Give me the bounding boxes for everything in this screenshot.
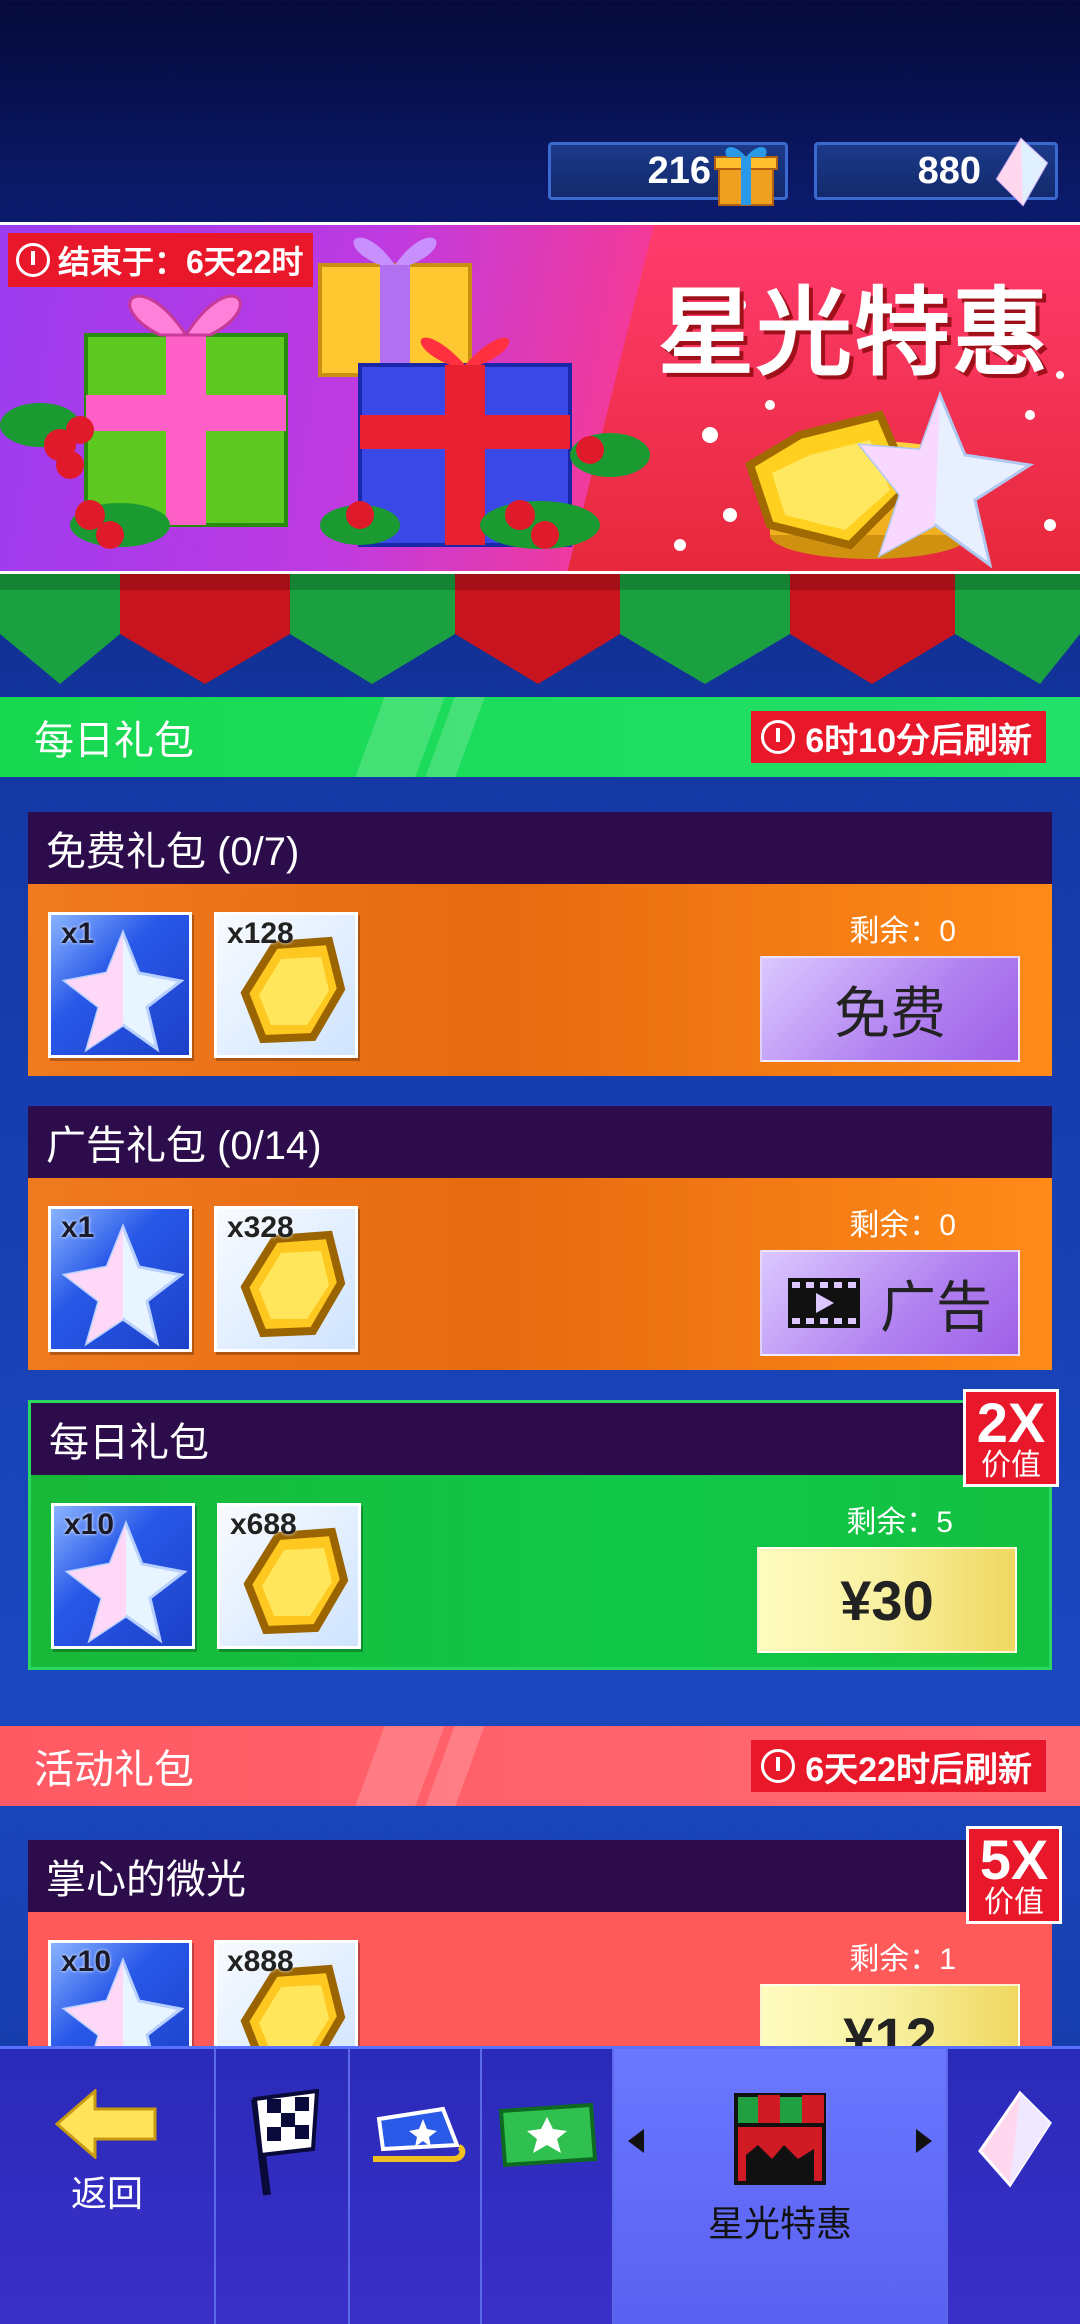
back-arrow-icon: [55, 2089, 157, 2159]
free-pack-title: 免费礼包 (0/7): [28, 812, 1052, 884]
coin-qty: x688: [230, 1508, 297, 1541]
nav-tab-sled[interactable]: [350, 2049, 482, 2324]
star-qty: x1: [61, 917, 95, 950]
remaining-count: 剩余：5: [846, 1506, 953, 1539]
coin-reward-item: x128: [214, 912, 358, 1058]
event-refresh-badge: 6天22时后刷新: [751, 1740, 1046, 1792]
daily-refresh-badge: 6时10分后刷新: [751, 711, 1046, 763]
coin-qty: x328: [227, 1211, 294, 1244]
star-reward-item: x1: [48, 912, 192, 1058]
promo-banner: 结束于：6天22时 星光特惠: [0, 222, 1080, 574]
star-qty: x1: [61, 1211, 95, 1244]
chevron-left-icon: [628, 2129, 644, 2153]
star-reward-item: x10: [51, 1503, 195, 1649]
gift-box-icon: [714, 147, 778, 206]
free-pack-card: 免费礼包 (0/7) x1 x128 剩余：0 免费: [28, 812, 1052, 1076]
daily-pack-title: 每日礼包: [31, 1403, 1049, 1475]
gift-count: 216: [647, 149, 711, 192]
bottom-nav: 返回 星光特惠: [0, 2046, 1080, 2324]
nav-tab-gems[interactable]: [948, 2049, 1080, 2324]
nav-back-button[interactable]: 返回: [0, 2049, 216, 2324]
daily-section-title: 每日礼包: [34, 719, 194, 763]
gem-currency-counter: 880: [814, 137, 1058, 207]
remaining-count: 剩余：1: [849, 1943, 956, 1976]
coin-qty: x888: [227, 1945, 294, 1978]
daily-section-header: 每日礼包 6时10分后刷新: [0, 697, 1080, 777]
clock-icon: [761, 1749, 796, 1783]
value-multiplier-badge: 2X 价值: [963, 1389, 1059, 1487]
gift-currency-counter: 216: [548, 142, 788, 206]
checkered-flag-icon: [251, 2089, 320, 2196]
multiplier-value: 2X: [976, 1391, 1046, 1454]
nav-back-label: 返回: [70, 2173, 143, 2214]
shop-stall-icon: [734, 2093, 826, 2185]
sled-icon: [373, 2106, 466, 2162]
coin-reward-item: x328: [214, 1206, 358, 1352]
nav-tab-card[interactable]: [482, 2049, 614, 2324]
multiplier-label: 价值: [984, 1886, 1044, 1919]
coin-qty: x128: [227, 917, 294, 950]
star-qty: x10: [61, 1945, 112, 1978]
value-multiplier-badge: 5X 价值: [966, 1826, 1062, 1924]
event-refresh-text: 6天22时后刷新: [805, 1750, 1032, 1789]
daily-refresh-text: 6时10分后刷新: [805, 721, 1032, 760]
star-ticket-icon: [498, 2102, 598, 2168]
nav-active-label: 星光特惠: [707, 2203, 852, 2244]
star-reward-item: x1: [48, 1206, 192, 1352]
banner-title: 星光特惠: [658, 280, 1050, 387]
gem-count: 880: [917, 149, 981, 192]
watch-ad-label: 广告: [880, 1275, 992, 1339]
nav-tab-starlight-offer[interactable]: 星光特惠: [614, 2049, 948, 2324]
coin-reward-item: x688: [217, 1503, 361, 1649]
star-qty: x10: [64, 1508, 115, 1541]
christmas-awning: [0, 574, 1080, 684]
multiplier-value: 5X: [979, 1828, 1049, 1891]
remaining-count: 剩余：0: [849, 915, 956, 948]
remaining-count: 剩余：0: [849, 1209, 956, 1242]
crystal-gem-icon: [995, 137, 1049, 207]
event-section-header: 活动礼包 6天22时后刷新: [0, 1726, 1080, 1806]
gift-green-icon: [84, 294, 288, 527]
watch-ad-button[interactable]: 广告: [760, 1250, 1020, 1356]
buy-daily-pack-button[interactable]: ¥30: [757, 1547, 1017, 1653]
banner-end-text: 结束于：6天22时: [58, 244, 304, 280]
nav-tab-racing[interactable]: [216, 2049, 350, 2324]
banner-end-badge: 结束于：6天22时: [8, 233, 314, 287]
multiplier-label: 价值: [981, 1449, 1041, 1482]
clock-icon: [16, 243, 50, 277]
free-claim-button[interactable]: 免费: [760, 956, 1020, 1062]
ad-pack-title: 广告礼包 (0/14): [28, 1106, 1052, 1178]
event-section-title: 活动礼包: [34, 1748, 194, 1792]
chevron-right-icon: [916, 2129, 932, 2153]
daily-pack-card: 每日礼包 x10 x688 剩余：5 ¥30 2X 价值: [28, 1389, 1059, 1670]
event-pack-title: 掌心的微光: [28, 1840, 1052, 1912]
clock-icon: [761, 720, 796, 754]
crystal-gem-icon: [978, 2090, 1052, 2188]
video-film-icon: [788, 1278, 860, 1328]
ad-pack-card: 广告礼包 (0/14) x1 x328 剩余：0 广告: [28, 1106, 1052, 1370]
